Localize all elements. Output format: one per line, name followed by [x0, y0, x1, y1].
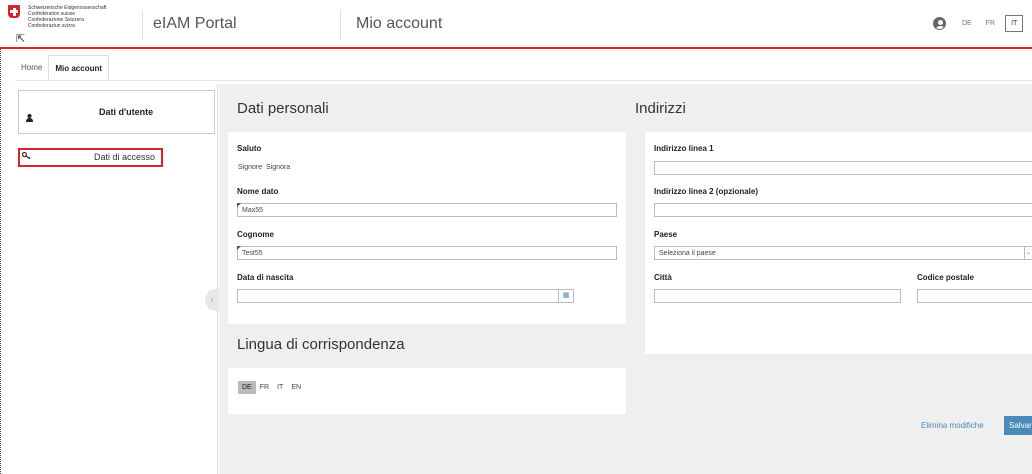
sidebar-item-user-data[interactable]: Dati d'utente [18, 90, 215, 134]
person-icon [26, 109, 33, 127]
key-icon [21, 151, 31, 161]
birthdate-input[interactable] [237, 289, 559, 303]
correspondence-language-title: Lingua di corrispondenza [237, 336, 405, 353]
country-select[interactable]: Seleziona il paese ⌄ [654, 246, 1032, 260]
header-divider [142, 10, 143, 40]
first-name-input[interactable]: Max55 [237, 203, 617, 217]
sidebar: Dati d'utente Dati di accesso [15, 84, 218, 474]
addresses-title: Indirizzi [635, 100, 686, 117]
sidebar-item-access-data[interactable]: Dati di accesso [18, 148, 163, 167]
calendar-icon[interactable]: ▦ [558, 289, 574, 303]
top-header: Schweizerische Eidgenossenschaft Confédé… [0, 0, 1032, 49]
last-name-label: Cognome [237, 230, 274, 239]
correspondence-lang-en[interactable]: EN [287, 381, 305, 394]
personal-data-card: Saluto Signore Signora Nome dato Max55 C… [228, 132, 626, 324]
last-name-input[interactable]: Test55 [237, 246, 617, 260]
postal-code-input[interactable] [917, 289, 1032, 303]
city-input[interactable] [654, 289, 901, 303]
sidebar-item-label: Dati di accesso [94, 152, 156, 162]
sidebar-item-label: Dati d'utente [99, 107, 154, 117]
correspondence-language-options: DE FR IT EN [238, 381, 305, 394]
correspondence-lang-fr[interactable]: FR [256, 381, 273, 394]
language-switcher: DE FR IT [958, 15, 1024, 32]
breadcrumb: Home Mio account [15, 55, 110, 81]
addresses-card: Indirizzo linea 1 Indirizzo linea 2 (opz… [645, 132, 1032, 354]
lang-it[interactable]: IT [1005, 15, 1024, 32]
mouse-cursor-icon: ⇱ [16, 33, 26, 45]
address-line2-label: Indirizzo linea 2 (opzionale) [654, 187, 759, 196]
breadcrumb-divider [15, 80, 1032, 81]
country-select-value: Seleziona il paese [659, 250, 716, 257]
first-name-label: Nome dato [237, 187, 279, 196]
portal-title[interactable]: eIAM Portal [153, 15, 237, 33]
discard-changes-link[interactable]: Elimina modifiche [921, 421, 984, 430]
birthdate-label: Data di nascita [237, 273, 294, 282]
address-line2-input[interactable] [654, 203, 1032, 217]
postal-code-label: Codice postale [917, 273, 974, 282]
correspondence-lang-it[interactable]: IT [273, 381, 287, 394]
swiss-confederation-logo[interactable]: Schweizerische Eidgenossenschaft Confédé… [8, 5, 106, 29]
country-label: Paese [654, 230, 678, 239]
chevron-down-icon: ⌄ [1024, 247, 1032, 259]
logo-text: Schweizerische Eidgenossenschaft Confédé… [28, 5, 106, 29]
breadcrumb-my-account[interactable]: Mio account [48, 55, 110, 81]
correspondence-lang-de[interactable]: DE [238, 381, 256, 394]
salutation-label: Saluto [237, 144, 262, 153]
logo-line: Confederaziun svizra [28, 23, 75, 29]
correspondence-language-card: DE FR IT EN [228, 368, 626, 414]
lang-fr[interactable]: FR [982, 17, 999, 30]
city-label: Città [654, 273, 672, 282]
address-line1-label: Indirizzo linea 1 [654, 144, 714, 153]
salutation-mr-option[interactable]: Signore [238, 164, 262, 171]
page-heading: Mio account [356, 15, 443, 32]
swiss-flag-icon [8, 5, 20, 18]
address-line1-input[interactable] [654, 161, 1032, 175]
header-divider [340, 10, 341, 40]
personal-data-title: Dati personali [237, 100, 329, 117]
save-button[interactable]: Salvar [1004, 416, 1032, 435]
breadcrumb-home[interactable]: Home [15, 55, 48, 81]
salutation-mrs-option[interactable]: Signora [266, 164, 290, 171]
lang-de[interactable]: DE [958, 17, 976, 30]
main-content: Dati personali Saluto Signore Signora No… [219, 84, 1032, 474]
user-account-icon[interactable] [933, 17, 946, 30]
